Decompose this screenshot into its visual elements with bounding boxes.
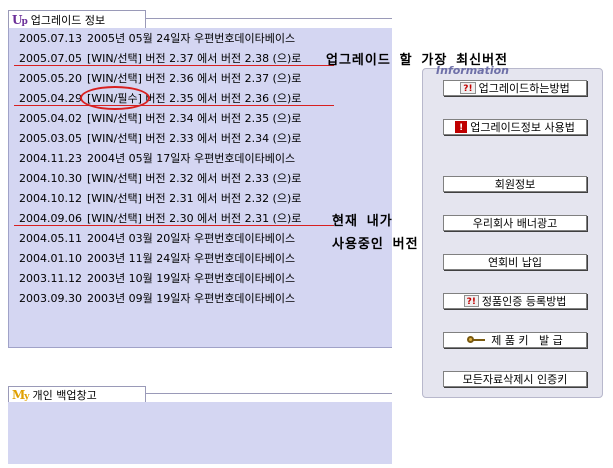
- update-row[interactable]: 2005.05.20 [WIN/선택] 버전 2.36 에서 버전 2.37 (으…: [19, 70, 301, 88]
- update-description: 2003년 10월 19일자 우편번호데이타베이스: [87, 272, 296, 285]
- update-description: [WIN/선택] 버전 2.33 에서 버전 2.34 (으)로: [87, 132, 302, 145]
- update-date: 2003.09.30: [19, 292, 82, 305]
- update-list-panel: 2005.07.13 2005년 05월 24일자 우편번호데이타베이스 2005…: [8, 28, 392, 348]
- company-banner-ad-button[interactable]: 우리회사 배너광고: [443, 215, 587, 231]
- button-label: 회원정보: [494, 178, 536, 191]
- upgrade-info-usage-button[interactable]: ! 업그레이드정보 사용법: [443, 119, 587, 135]
- update-date: 2005.05.20: [19, 72, 82, 85]
- button-label: 정품인증 등록방법: [481, 295, 567, 308]
- update-row[interactable]: 2004.10.12 [WIN/선택] 버전 2.31 에서 버전 2.32 (으…: [19, 190, 301, 208]
- update-description: 2004년 03월 20일자 우편번호데이타베이스: [87, 232, 296, 245]
- update-description: [WIN/선택] 버전 2.34 에서 버전 2.35 (으)로: [87, 112, 302, 125]
- backup-tab: My 개인 백업창고: [8, 386, 146, 402]
- how-to-upgrade-button[interactable]: ?! 업그레이드하는방법: [443, 80, 587, 96]
- button-label: 업그레이드하는방법: [478, 82, 570, 95]
- update-tab-divider: [146, 18, 392, 19]
- update-description: [WIN/선택] 버전 2.32 에서 버전 2.33 (으)로: [87, 172, 302, 185]
- help-icon: ?!: [460, 82, 476, 94]
- delete-all-data-key-button[interactable]: 모든자료삭제시 인증키: [443, 371, 587, 387]
- update-description: [WIN/선택] 버전 2.31 에서 버전 2.32 (으)로: [87, 192, 302, 205]
- update-row[interactable]: 2004.10.30 [WIN/선택] 버전 2.32 에서 버전 2.33 (으…: [19, 170, 301, 188]
- update-info-tab: Up 업그레이드 정보: [8, 10, 146, 28]
- button-label: 우리회사 배너광고: [472, 217, 558, 230]
- update-date: 2005.04.02: [19, 112, 82, 125]
- update-row[interactable]: 2005.07.13 2005년 05월 24일자 우편번호데이타베이스: [19, 30, 295, 48]
- update-row[interactable]: 2005.03.05 [WIN/선택] 버전 2.33 에서 버전 2.34 (으…: [19, 130, 301, 148]
- my-logo-icon: My: [12, 387, 30, 402]
- member-info-button[interactable]: 회원정보: [443, 176, 587, 192]
- update-description: [WIN/선택] 버전 2.36 에서 버전 2.37 (으)로: [87, 72, 302, 85]
- update-date: 2005.07.13: [19, 32, 82, 45]
- product-key-issue-button[interactable]: 제 품 키 발 급: [443, 332, 587, 348]
- backup-tab-divider: [146, 393, 392, 394]
- alert-icon: !: [455, 121, 468, 133]
- button-label: 연회비 납입: [487, 256, 543, 269]
- current-version-note-line1: 현재 내가: [332, 214, 393, 229]
- license-registration-button[interactable]: ?! 정품인증 등록방법: [443, 293, 587, 309]
- button-label: 업그레이드정보 사용법: [470, 121, 575, 134]
- update-description: 2003년 09월 19일자 우편번호데이타베이스: [87, 292, 296, 305]
- update-description: [WIN/선택] 버전 2.30 에서 버전 2.31 (으)로: [87, 212, 302, 225]
- update-row[interactable]: 2004.11.23 2004년 05월 17일자 우편번호데이타베이스: [19, 150, 295, 168]
- backup-title: 개인 백업창고: [32, 388, 97, 402]
- update-date: 2003.11.12: [19, 272, 82, 285]
- information-title: Information: [436, 64, 509, 77]
- update-row[interactable]: 2004.05.11 2004년 03월 20일자 우편번호데이타베이스: [19, 230, 295, 248]
- update-description: 2004년 05월 17일자 우편번호데이타베이스: [87, 152, 296, 165]
- annual-fee-payment-button[interactable]: 연회비 납입: [443, 254, 587, 270]
- update-info-title: 업그레이드 정보: [30, 13, 106, 27]
- information-panel: [422, 68, 603, 398]
- update-description: 2003년 11월 24일자 우편번호데이타베이스: [87, 252, 296, 265]
- update-description: 2005년 05월 24일자 우편번호데이타베이스: [87, 32, 296, 45]
- update-row[interactable]: 2005.04.02 [WIN/선택] 버전 2.34 에서 버전 2.35 (으…: [19, 110, 301, 128]
- current-version-underline: [14, 225, 334, 226]
- update-date: 2004.10.12: [19, 192, 82, 205]
- current-version-note-line2: 사용중인 버전: [332, 237, 419, 252]
- button-label: 모든자료삭제시 인증키: [462, 373, 568, 386]
- update-row[interactable]: 2003.11.12 2003년 10월 19일자 우편번호데이타베이스: [19, 270, 295, 288]
- update-date: 2004.01.10: [19, 252, 82, 265]
- update-date: 2005.03.05: [19, 132, 82, 145]
- key-icon: [467, 335, 486, 345]
- update-date: 2004.11.23: [19, 152, 82, 165]
- required-update-underline: [14, 105, 334, 106]
- help-icon: ?!: [463, 295, 479, 307]
- up-logo-icon: Up: [12, 12, 28, 27]
- backup-panel: [8, 402, 392, 464]
- latest-version-underline: [14, 65, 334, 66]
- update-date: 2004.10.30: [19, 172, 82, 185]
- button-label: 제 품 키 발 급: [491, 334, 563, 347]
- update-date: 2004.05.11: [19, 232, 82, 245]
- update-description: [WIN/선택] 버전 2.37 에서 버전 2.38 (으)로: [87, 52, 302, 65]
- update-row[interactable]: 2004.01.10 2003년 11월 24일자 우편번호데이타베이스: [19, 250, 295, 268]
- required-update-circle: [80, 86, 150, 110]
- update-row[interactable]: 2003.09.30 2003년 09월 19일자 우편번호데이타베이스: [19, 290, 295, 308]
